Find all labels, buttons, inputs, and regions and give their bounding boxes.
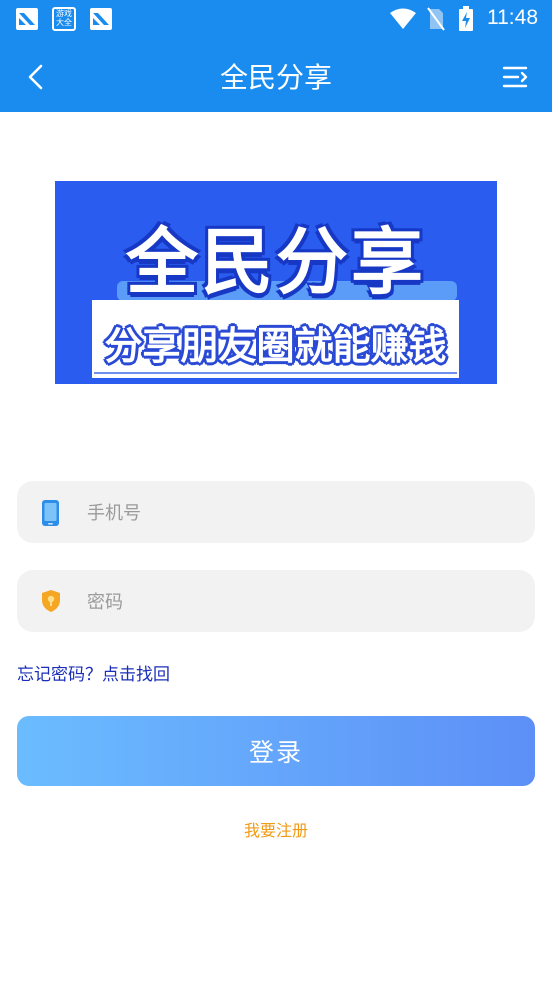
login-button[interactable]: 登录: [17, 716, 535, 786]
wifi-icon: [390, 8, 416, 29]
notification-app-icon: [90, 8, 112, 30]
phone-icon: [42, 500, 59, 526]
register-link[interactable]: 我要注册: [0, 817, 552, 841]
banner-subline: 分享朋友圈就能赚钱: [104, 324, 447, 368]
header: 游戏大全 11:48 全民分享: [0, 0, 552, 112]
menu-icon[interactable]: [502, 64, 530, 90]
divider: [94, 372, 457, 374]
notification-app-icon: [16, 8, 38, 30]
status-bar: 游戏大全 11:48: [0, 0, 552, 38]
banner-subline-box: 分享朋友圈就能赚钱: [92, 300, 459, 378]
phone-field[interactable]: [17, 481, 535, 545]
password-field[interactable]: [17, 570, 535, 634]
page-title: 全民分享: [219, 61, 332, 94]
lock-shield-icon: [42, 590, 60, 612]
phone-input[interactable]: [85, 481, 519, 545]
promo-banner: 全民分享 分享朋友圈就能赚钱: [55, 181, 497, 384]
title-bar: 全民分享: [0, 38, 552, 112]
password-input[interactable]: [85, 570, 519, 634]
game-app-icon: 游戏大全: [52, 7, 76, 31]
status-time: 11:48: [487, 6, 538, 29]
no-sim-icon: [427, 7, 445, 31]
forgot-password-link[interactable]: 忘记密码？点击找回: [17, 660, 170, 685]
battery-charging-icon: [459, 6, 473, 31]
banner-headline: 全民分享: [125, 220, 426, 304]
